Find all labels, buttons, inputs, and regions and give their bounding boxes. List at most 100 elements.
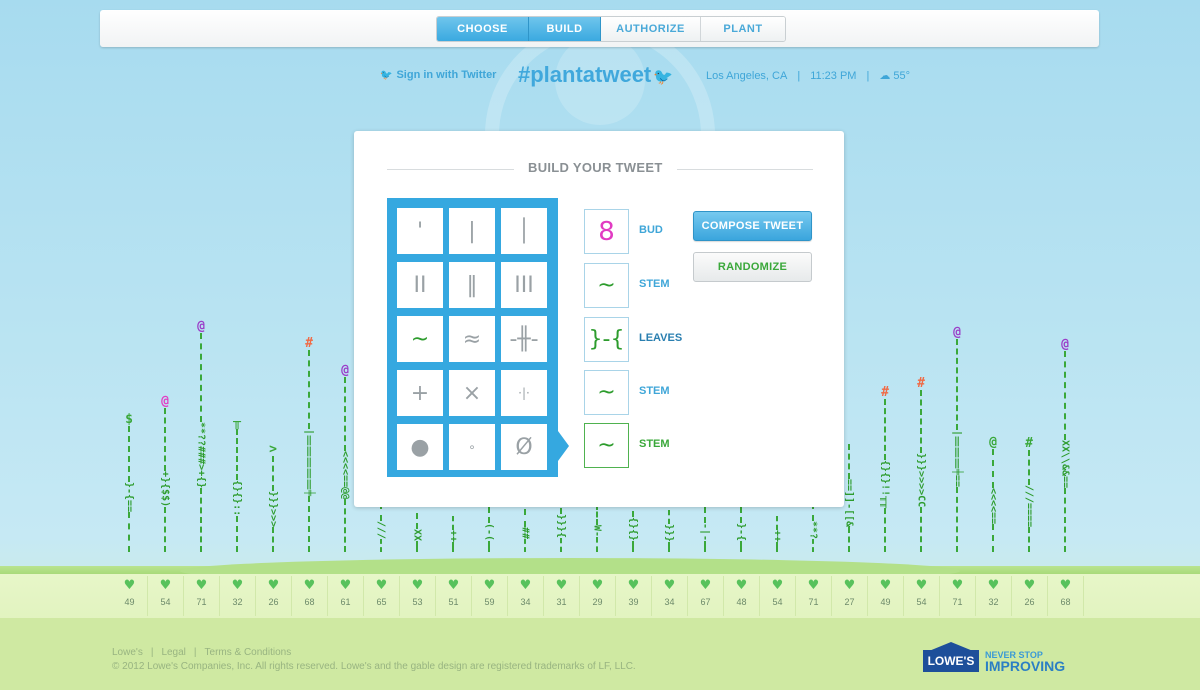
glyph-cell-selected[interactable]: ~ bbox=[397, 316, 443, 362]
stem-slot-selected[interactable]: ~ bbox=[584, 423, 629, 468]
plant[interactable]: @ XX\\&&== bbox=[1055, 338, 1075, 552]
plant-stem bbox=[200, 488, 202, 552]
tab-choose[interactable]: CHOOSE bbox=[437, 17, 529, 41]
part-leaves[interactable]: }-{ LEAVES bbox=[584, 317, 724, 362]
plant[interactable]: {}{} bbox=[623, 500, 643, 552]
heart-count[interactable]: ♥ 71 bbox=[940, 576, 976, 616]
heart-number: 65 bbox=[376, 597, 387, 607]
tab-authorize[interactable]: AUTHORIZE bbox=[601, 17, 701, 41]
plant[interactable]: $}-{== bbox=[119, 413, 139, 552]
temperature-text: 55° bbox=[893, 70, 911, 82]
footer-link-legal[interactable]: Legal bbox=[161, 647, 185, 658]
glyph-cell[interactable]: | bbox=[449, 208, 495, 254]
glyph-cell[interactable]: │ bbox=[501, 208, 547, 254]
plant[interactable]: (-( bbox=[479, 506, 499, 552]
glyph-cell[interactable]: ∘ bbox=[449, 424, 495, 470]
heart-count[interactable]: ♥ 29 bbox=[580, 576, 616, 616]
plant[interactable]: /// bbox=[371, 502, 391, 552]
heart-count[interactable]: ♥ 49 bbox=[868, 576, 904, 616]
plant[interactable]: @ <<<<==@@ bbox=[335, 364, 355, 552]
lowes-logo[interactable]: LOWE'S NEVER STOP IMPROVING bbox=[923, 642, 1085, 673]
tab-plant[interactable]: PLANT bbox=[701, 17, 785, 41]
footer-link-lowes[interactable]: Lowe's bbox=[112, 647, 143, 658]
heart-count[interactable]: ♥ 26 bbox=[256, 576, 292, 616]
compose-tweet-button[interactable]: COMPOSE TWEET bbox=[693, 211, 812, 241]
heart-icon: ♥ bbox=[879, 578, 892, 593]
glyph-cell[interactable]: ● bbox=[397, 424, 443, 470]
plant[interactable]: XX bbox=[407, 512, 427, 552]
glyph-cell[interactable]: Ø bbox=[501, 424, 547, 470]
plant[interactable]: #}}}>>>>CC bbox=[911, 377, 931, 552]
plant[interactable]: @ |‖‖‖╪== bbox=[947, 326, 967, 552]
part-stem-selected[interactable]: ~ STEM bbox=[584, 423, 724, 468]
plant[interactable]: }-{ bbox=[731, 506, 751, 552]
plant[interactable]: **? bbox=[803, 502, 823, 552]
plant[interactable]: # |‖‖‖‖‖╪ bbox=[299, 335, 319, 552]
plant[interactable]: @ **??###>+{} bbox=[191, 320, 211, 552]
plant[interactable]: ++ bbox=[443, 515, 463, 552]
heart-count[interactable]: ♥ 49 bbox=[112, 576, 148, 616]
plant-bud: # bbox=[305, 335, 313, 351]
heart-count[interactable]: ♥ 54 bbox=[148, 576, 184, 616]
heart-count[interactable]: ♥ 71 bbox=[796, 576, 832, 616]
heart-number: 32 bbox=[232, 597, 243, 607]
plant[interactable]: }}} bbox=[659, 509, 679, 552]
glyph-cell[interactable]: II bbox=[397, 262, 443, 308]
heart-count[interactable]: ♥ 71 bbox=[184, 576, 220, 616]
heart-count[interactable]: ♥ 59 bbox=[472, 576, 508, 616]
heart-count[interactable]: ♥ 61 bbox=[328, 576, 364, 616]
stem-slot[interactable]: ~ bbox=[584, 370, 629, 415]
tab-build[interactable]: BUILD bbox=[529, 17, 601, 41]
glyph-cell[interactable]: + bbox=[397, 370, 443, 416]
leaves-slot[interactable]: }-{ bbox=[584, 317, 629, 362]
part-stem[interactable]: ~ STEM bbox=[584, 370, 724, 415]
heart-count[interactable]: ♥ 48 bbox=[724, 576, 760, 616]
twitter-signin-link[interactable]: 🐦 Sign in with Twitter bbox=[380, 69, 496, 81]
plant[interactable]: ++ bbox=[767, 515, 787, 552]
stem-slot[interactable]: ~ bbox=[584, 263, 629, 308]
heart-count[interactable]: ♥ 68 bbox=[1048, 576, 1084, 616]
plant-glyphs: <<<<==@@ bbox=[339, 450, 351, 499]
plant[interactable]: >}}}>>> bbox=[263, 443, 283, 552]
plant[interactable]: ## bbox=[515, 508, 535, 552]
glyph-cell[interactable]: III bbox=[501, 262, 547, 308]
plant[interactable]: # {}{}!!╥╥ bbox=[875, 386, 895, 552]
plant[interactable]: @ +}{$$) bbox=[155, 395, 175, 552]
heart-count[interactable]: ♥ 67 bbox=[688, 576, 724, 616]
glyph-cell[interactable]: × bbox=[449, 370, 495, 416]
plant-stem bbox=[272, 455, 274, 491]
glyph-cell[interactable]: ≈ bbox=[449, 316, 495, 362]
glyph-cell[interactable]: ‖ bbox=[449, 262, 495, 308]
heart-count[interactable]: ♥ 39 bbox=[616, 576, 652, 616]
heart-count[interactable]: ♥ 68 bbox=[292, 576, 328, 616]
heart-icon: ♥ bbox=[159, 578, 172, 593]
plant[interactable]: # ///==== bbox=[1019, 437, 1039, 552]
plant-glyphs: |‖‖‖╪== bbox=[951, 429, 963, 487]
plant[interactable]: ╥ {}{}:: bbox=[227, 416, 247, 552]
heart-count[interactable]: ♥ 34 bbox=[508, 576, 544, 616]
heart-count[interactable]: ♥ 51 bbox=[436, 576, 472, 616]
heart-count[interactable]: ♥ 53 bbox=[400, 576, 436, 616]
glyph-cell[interactable]: -╫- bbox=[501, 316, 547, 362]
heart-count[interactable]: ♥ 54 bbox=[904, 576, 940, 616]
footer-link-terms[interactable]: Terms & Conditions bbox=[205, 647, 292, 658]
signin-label: Sign in with Twitter bbox=[396, 69, 497, 81]
plant-stem bbox=[740, 506, 742, 523]
bud-slot[interactable]: 8 bbox=[584, 209, 629, 254]
heart-count[interactable]: ♥ 65 bbox=[364, 576, 400, 616]
glyph-cell[interactable]: ·|· bbox=[501, 370, 547, 416]
heart-count[interactable]: ♥ 27 bbox=[832, 576, 868, 616]
randomize-button[interactable]: RANDOMIZE bbox=[693, 252, 812, 282]
heart-number: 54 bbox=[160, 597, 171, 607]
glyph-cell[interactable]: ' bbox=[397, 208, 443, 254]
heart-count[interactable]: ♥ 32 bbox=[976, 576, 1012, 616]
heart-count[interactable]: ♥ 26 bbox=[1012, 576, 1048, 616]
heart-count[interactable]: ♥ 32 bbox=[220, 576, 256, 616]
heart-count[interactable]: ♥ 34 bbox=[652, 576, 688, 616]
plant[interactable]: @ <<<<== bbox=[983, 436, 1003, 552]
plant[interactable]: -|- bbox=[695, 506, 715, 552]
heart-count[interactable]: ♥ 31 bbox=[544, 576, 580, 616]
heart-count[interactable]: ♥ 54 bbox=[760, 576, 796, 616]
plant-glyphs: ///==== bbox=[1023, 484, 1035, 527]
plant[interactable]: W- bbox=[587, 503, 607, 552]
